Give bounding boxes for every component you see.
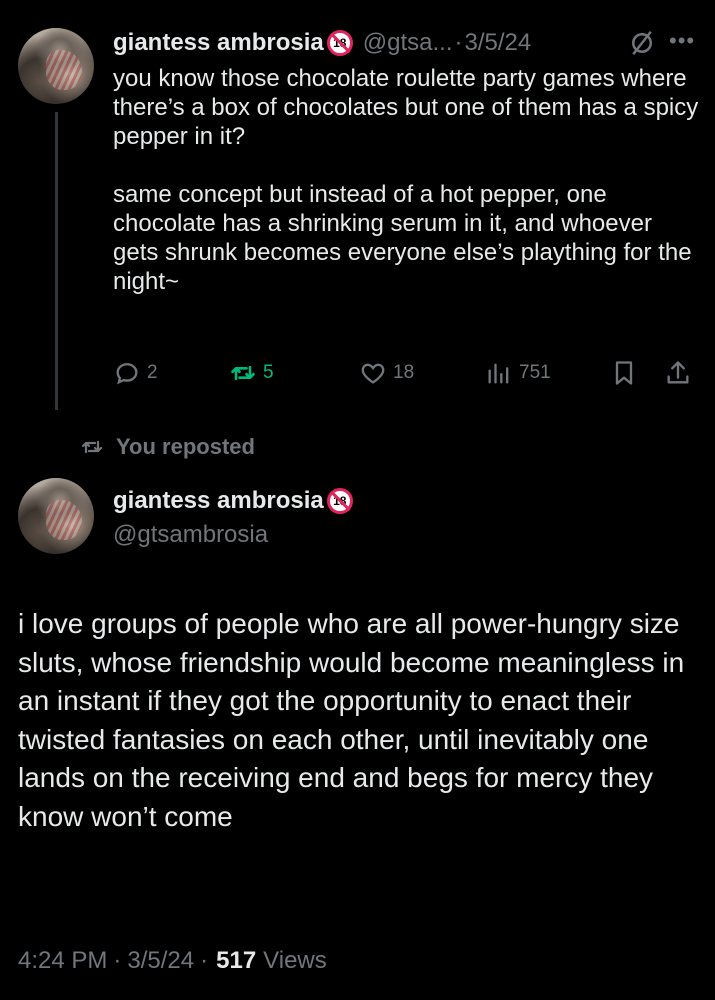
reply-icon	[116, 363, 138, 385]
tweet-date[interactable]: 3/5/24	[464, 29, 531, 57]
reply-button[interactable]: 2	[113, 356, 158, 390]
repost-button[interactable]: 5	[229, 356, 274, 390]
tweet-text: i love groups of people who are all powe…	[18, 608, 685, 832]
reply-count: 2	[147, 362, 158, 383]
views-label: Views	[263, 947, 327, 974]
heart-icon	[361, 363, 385, 384]
tweet-header: giantess ambrosia 18 @gtsambrosia	[113, 484, 703, 549]
tweet-text: you know those chocolate roulette party …	[113, 64, 703, 296]
avatar[interactable]	[18, 478, 94, 554]
bookmark-icon	[615, 361, 633, 385]
user-handle[interactable]: @gtsa...	[363, 29, 453, 57]
thread-connector-line	[55, 112, 58, 410]
views-button[interactable]: 751	[485, 356, 551, 390]
adult-badge-icon: 18	[326, 30, 353, 56]
more-icon[interactable]: •••	[669, 28, 703, 58]
avatar[interactable]	[18, 28, 94, 104]
repost-count: 5	[263, 362, 274, 383]
repost-label-text: You reposted	[116, 434, 255, 459]
adult-badge-icon: 18	[326, 488, 353, 514]
like-count: 18	[393, 362, 415, 383]
views-count[interactable]: 517	[216, 947, 256, 975]
tweet-metadata: 4:24 PM · 3/5/24 · 517 Views	[18, 944, 327, 978]
bookmark-button[interactable]	[610, 356, 638, 390]
repost-icon	[231, 365, 255, 381]
tweet-time[interactable]: 4:24 PM	[18, 947, 107, 975]
share-button[interactable]	[664, 356, 692, 390]
view-count: 751	[519, 362, 551, 383]
share-icon	[667, 361, 689, 384]
separator: ·	[200, 947, 209, 974]
tweet-detail-page: giantess ambrosia 18 @gtsa... · 3/5/24 •…	[0, 0, 715, 1000]
display-name[interactable]: giantess ambrosia	[113, 29, 324, 57]
separator: ·	[113, 947, 122, 974]
tweet-paragraph: same concept but instead of a hot pepper…	[113, 181, 692, 295]
display-name[interactable]: giantess ambrosia	[113, 487, 324, 515]
like-button[interactable]: 18	[359, 356, 414, 390]
grok-icon[interactable]	[627, 28, 657, 58]
thread-tweet[interactable]: giantess ambrosia 18 @gtsa... · 3/5/24 •…	[0, 0, 715, 410]
user-handle[interactable]: @gtsambrosia	[113, 521, 703, 549]
separator: ·	[454, 29, 463, 56]
tweet-header: giantess ambrosia 18 @gtsa... · 3/5/24 •…	[113, 26, 703, 60]
tweet-actions: 2 5 18 751	[113, 356, 703, 390]
tweet-paragraph: you know those chocolate roulette party …	[113, 65, 699, 150]
tweet-date[interactable]: 3/5/24	[127, 947, 194, 975]
repost-indicator[interactable]: You reposted	[80, 432, 255, 462]
repost-icon	[81, 440, 103, 454]
views-icon	[488, 363, 509, 384]
